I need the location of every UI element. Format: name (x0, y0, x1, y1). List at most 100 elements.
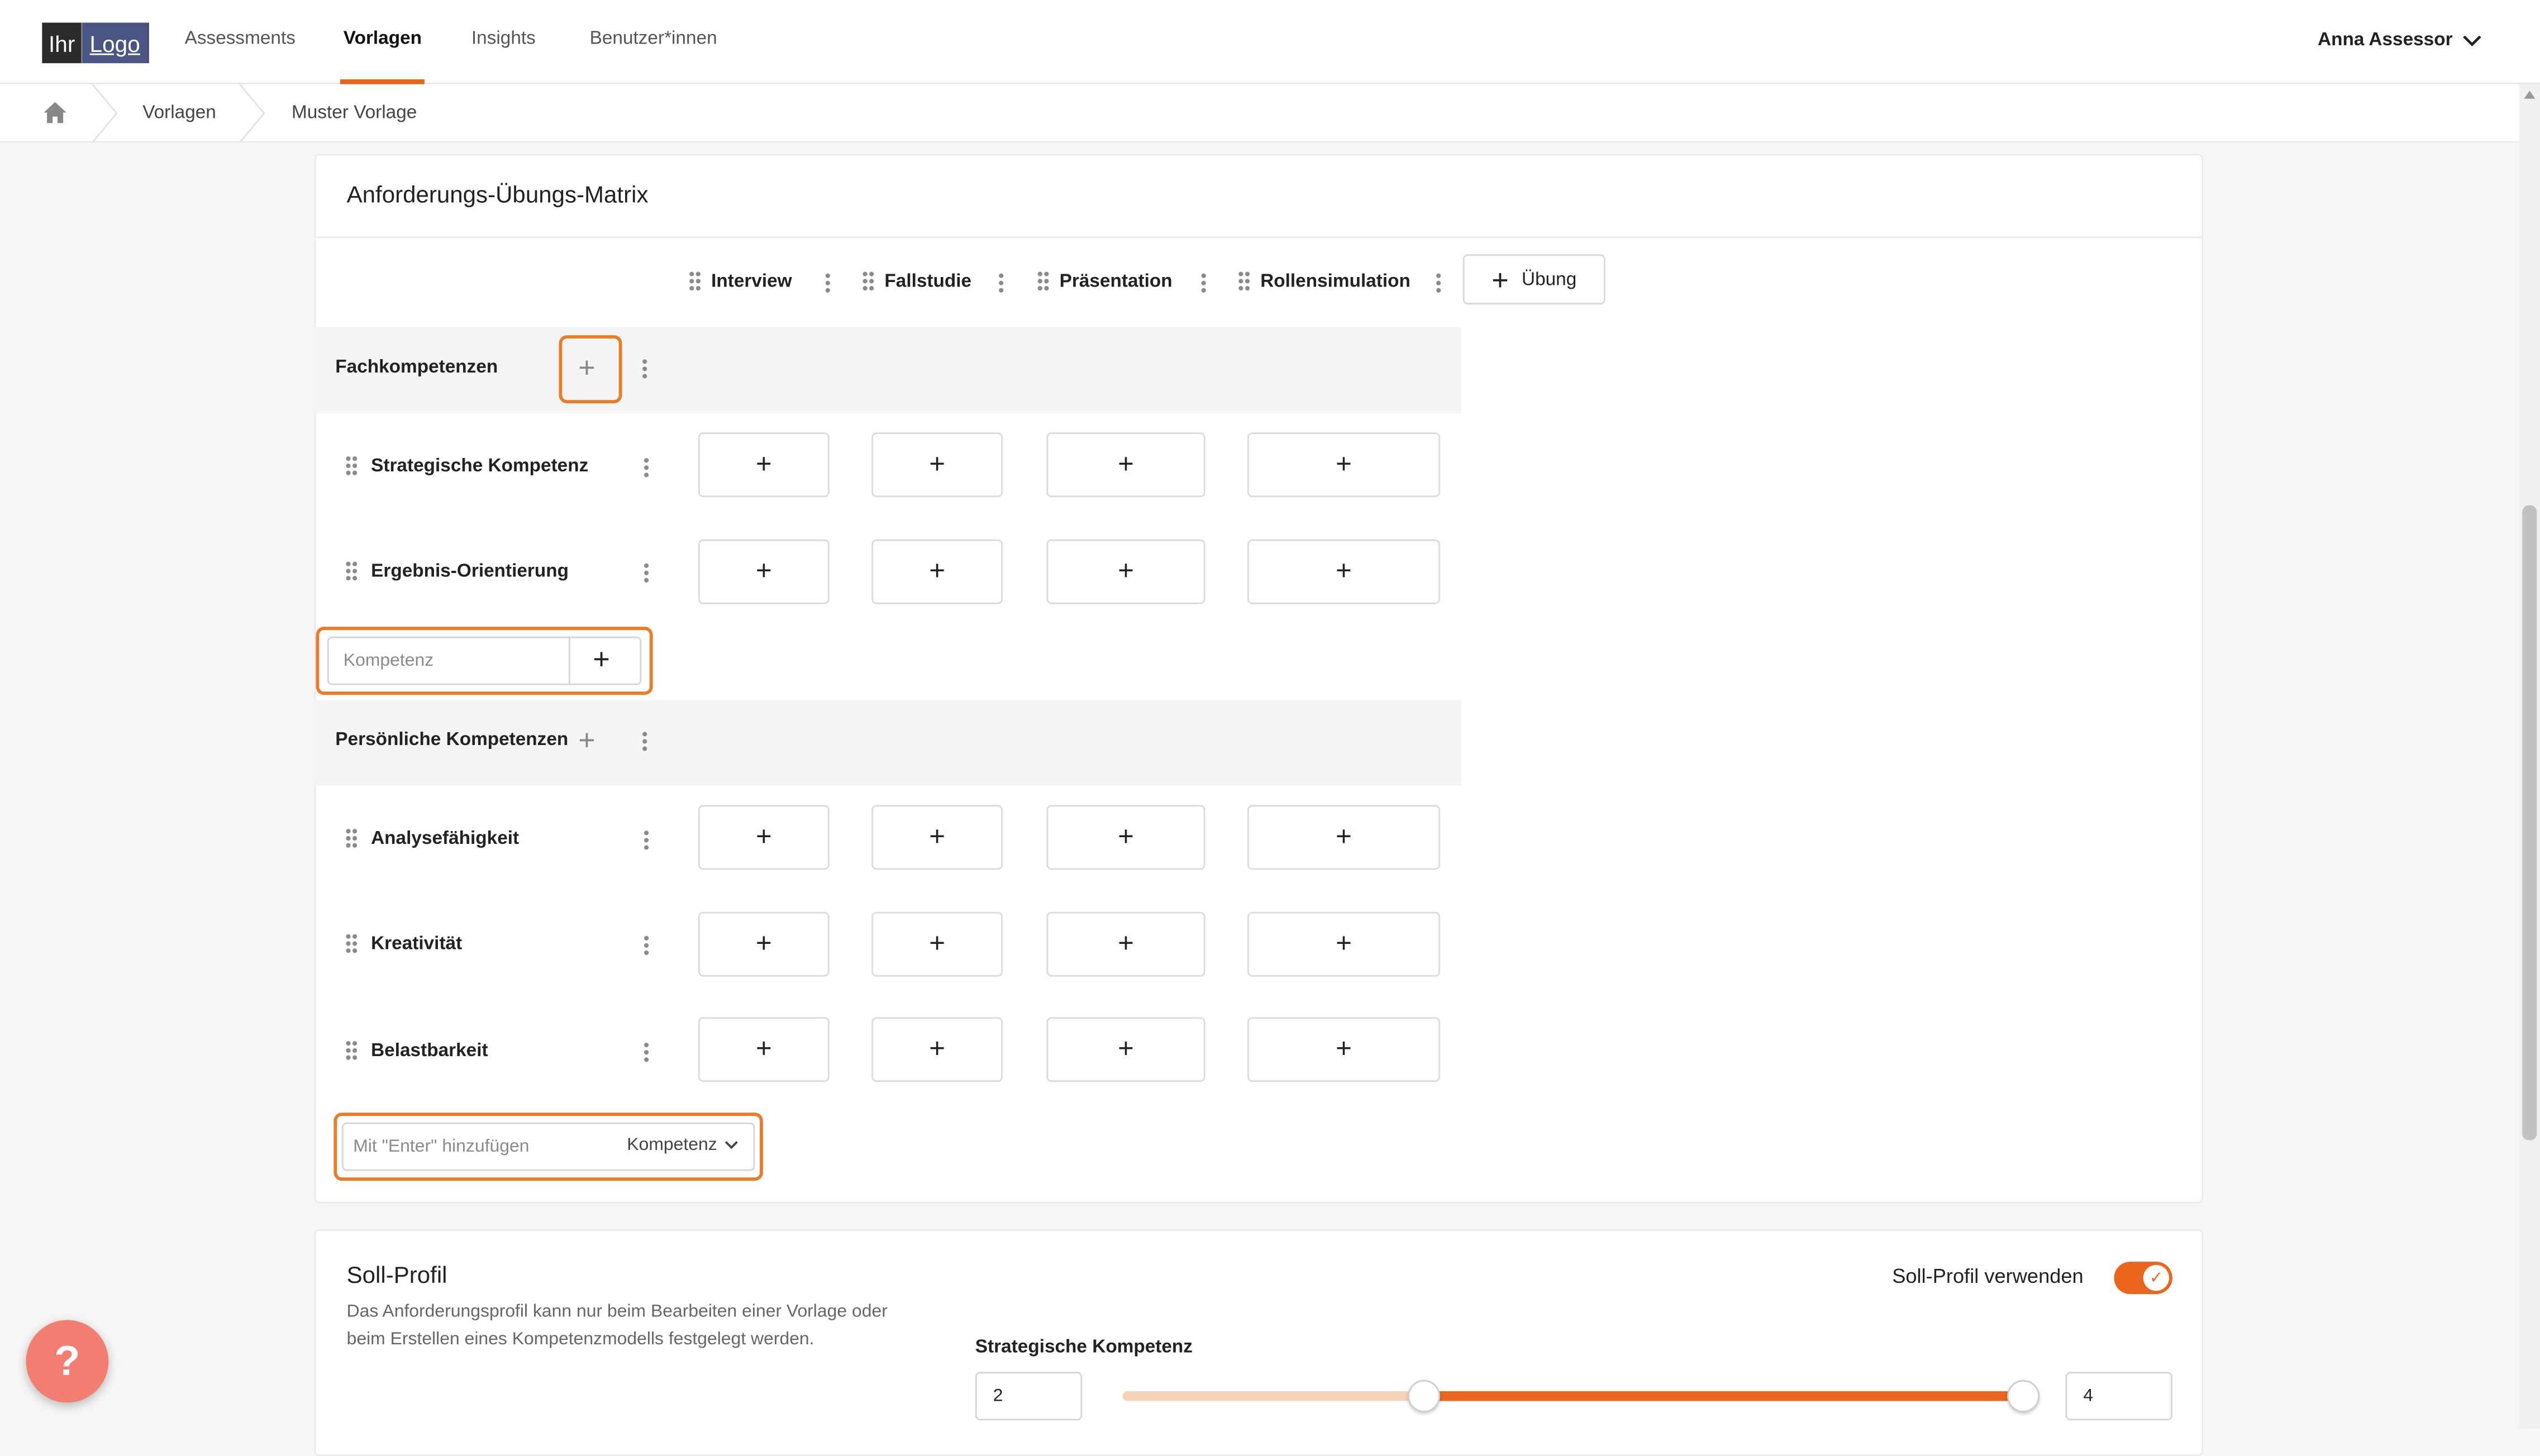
more-options-icon[interactable] (643, 1042, 650, 1063)
soll-profil-toggle-label: Soll-Profil verwenden (1892, 1265, 2084, 1288)
range-slider-min-handle[interactable] (1408, 1380, 1440, 1412)
max-value: 4 (2083, 1386, 2093, 1406)
matrix-cell-add[interactable]: + (698, 540, 830, 604)
competency-name: Belastbarkeit (371, 1040, 488, 1060)
nav-item-vorlagen[interactable]: Vorlagen (344, 29, 422, 49)
scroll-up-arrow-icon[interactable] (2524, 90, 2535, 99)
nav-item-insights[interactable]: Insights (471, 29, 536, 49)
matrix-cell-add[interactable]: + (698, 1017, 830, 1082)
matrix-cell-add[interactable]: + (698, 912, 830, 977)
more-options-icon[interactable] (641, 358, 648, 379)
drag-handle-icon[interactable] (1238, 270, 1251, 292)
matrix-cell-add[interactable]: + (1247, 1017, 1440, 1082)
more-options-icon[interactable] (825, 272, 831, 293)
matrix-cell-add[interactable]: + (1046, 912, 1205, 977)
more-options-icon[interactable] (641, 731, 648, 752)
competency-row-analysefaehigkeit: Analysefähigkeit (345, 828, 519, 849)
drag-handle-icon[interactable] (345, 933, 358, 954)
nav-item-assessments[interactable]: Assessments (185, 29, 296, 49)
add-competency-icon[interactable]: + (578, 353, 595, 382)
chevron-down-icon (2462, 34, 2482, 47)
breadcrumb-separator-icon (90, 84, 120, 142)
more-options-icon[interactable] (643, 934, 650, 956)
max-value-input[interactable]: 4 (2066, 1372, 2172, 1420)
drag-handle-icon[interactable] (862, 270, 875, 292)
divider (316, 236, 2202, 238)
chevron-down-icon (723, 1140, 738, 1150)
more-options-icon[interactable] (998, 272, 1004, 293)
competency-name: Analysefähigkeit (371, 828, 519, 848)
matrix-cell-add[interactable]: + (871, 540, 1003, 604)
matrix-cell-add[interactable]: + (1046, 432, 1205, 497)
company-logo[interactable]: Ihr Logo (42, 23, 149, 64)
question-mark-icon: ? (54, 1336, 80, 1387)
home-icon[interactable] (42, 101, 68, 125)
matrix-cell-add[interactable]: + (1247, 912, 1440, 977)
scrollbar-thumb[interactable] (2522, 505, 2537, 1140)
matrix-cell-add[interactable]: + (698, 805, 830, 870)
user-name: Anna Assessor (2318, 31, 2453, 50)
breadcrumb-separator-icon (238, 84, 267, 142)
group-name-persoenliche-kompetenzen: Persönliche Kompetenzen (335, 731, 568, 750)
matrix-cell-add[interactable]: + (1247, 432, 1440, 497)
item-type-select[interactable]: Kompetenz (627, 1135, 738, 1155)
competency-row-belastbarkeit: Belastbarkeit (345, 1040, 488, 1061)
exercise-column-fallstudie[interactable]: Fallstudie (862, 270, 971, 292)
item-type-selected: Kompetenz (627, 1135, 717, 1155)
matrix-cell-add[interactable]: + (871, 912, 1003, 977)
matrix-cell-add[interactable]: + (1247, 805, 1440, 870)
soll-profil-description-line1: Das Anforderungsprofil kann nur beim Bea… (347, 1299, 888, 1326)
competency-row-ergebnis-orientierung: Ergebnis-Orientierung (345, 560, 569, 581)
add-exercise-label: Übung (1522, 270, 1576, 289)
drag-handle-icon[interactable] (345, 1040, 358, 1061)
exercise-label: Fallstudie (884, 271, 971, 291)
matrix-cell-add[interactable]: + (871, 432, 1003, 497)
add-exercise-button[interactable]: + Übung (1463, 254, 1605, 304)
exercise-column-interview[interactable]: Interview (689, 270, 792, 292)
check-icon: ✓ (2143, 1265, 2169, 1291)
range-slider-max-handle[interactable] (2007, 1380, 2039, 1412)
add-item-input[interactable]: Mit "Enter" hinzufügen (353, 1137, 529, 1157)
matrix-cell-add[interactable]: + (871, 805, 1003, 870)
exercise-column-praesentation[interactable]: Präsentation (1037, 270, 1173, 292)
drag-handle-icon[interactable] (345, 828, 358, 849)
matrix-cell-add[interactable]: + (698, 432, 830, 497)
matrix-cell-add[interactable]: + (1046, 540, 1205, 604)
drag-handle-icon[interactable] (1037, 270, 1050, 292)
more-options-icon[interactable] (1200, 272, 1207, 293)
competency-row-kreativitaet: Kreativität (345, 933, 463, 954)
more-options-icon[interactable] (643, 457, 650, 478)
drag-handle-icon[interactable] (689, 270, 702, 292)
group-name-fachkompetenzen: Fachkompetenzen (335, 358, 498, 378)
exercise-label: Interview (711, 271, 792, 291)
nav-item-benutzer[interactable]: Benutzer*innen (590, 29, 717, 49)
competency-name: Kreativität (371, 934, 462, 953)
more-options-icon[interactable] (643, 562, 650, 583)
competency-name: Ergebnis-Orientierung (371, 561, 569, 581)
soll-profil-description-line2: beim Erstellen eines Kompetenzmodells fe… (347, 1326, 814, 1354)
matrix-title: Anforderungs-Übungs-Matrix (347, 183, 649, 209)
help-button[interactable]: ? (26, 1320, 108, 1403)
competency-row-strategische-kompetenz: Strategische Kompetenz (345, 455, 589, 476)
min-value-input[interactable]: 2 (975, 1372, 1082, 1420)
logo-text-part1: Ihr (42, 23, 83, 64)
breadcrumb-item-vorlagen[interactable]: Vorlagen (142, 104, 216, 123)
drag-handle-icon[interactable] (345, 560, 358, 581)
exercise-label: Rollensimulation (1260, 271, 1410, 291)
soll-profil-toggle[interactable]: ✓ (2114, 1262, 2172, 1294)
more-options-icon[interactable] (1435, 272, 1442, 293)
plus-icon: + (1491, 265, 1508, 294)
exercise-column-rollensimulation[interactable]: Rollensimulation (1238, 270, 1410, 292)
matrix-cell-add[interactable]: + (1247, 540, 1440, 604)
drag-handle-icon[interactable] (345, 455, 358, 476)
more-options-icon[interactable] (643, 829, 650, 851)
user-menu[interactable]: Anna Assessor (2318, 31, 2482, 50)
matrix-cell-add[interactable]: + (871, 1017, 1003, 1082)
add-competency-icon[interactable]: + (578, 725, 595, 755)
matrix-cell-add[interactable]: + (1046, 805, 1205, 870)
add-competency-button[interactable]: + (593, 643, 609, 677)
breadcrumb-item-current: Muster Vorlage (292, 104, 417, 123)
soll-profil-title: Soll-Profil (347, 1263, 447, 1289)
add-competency-input[interactable]: Kompetenz (344, 651, 433, 671)
matrix-cell-add[interactable]: + (1046, 1017, 1205, 1082)
